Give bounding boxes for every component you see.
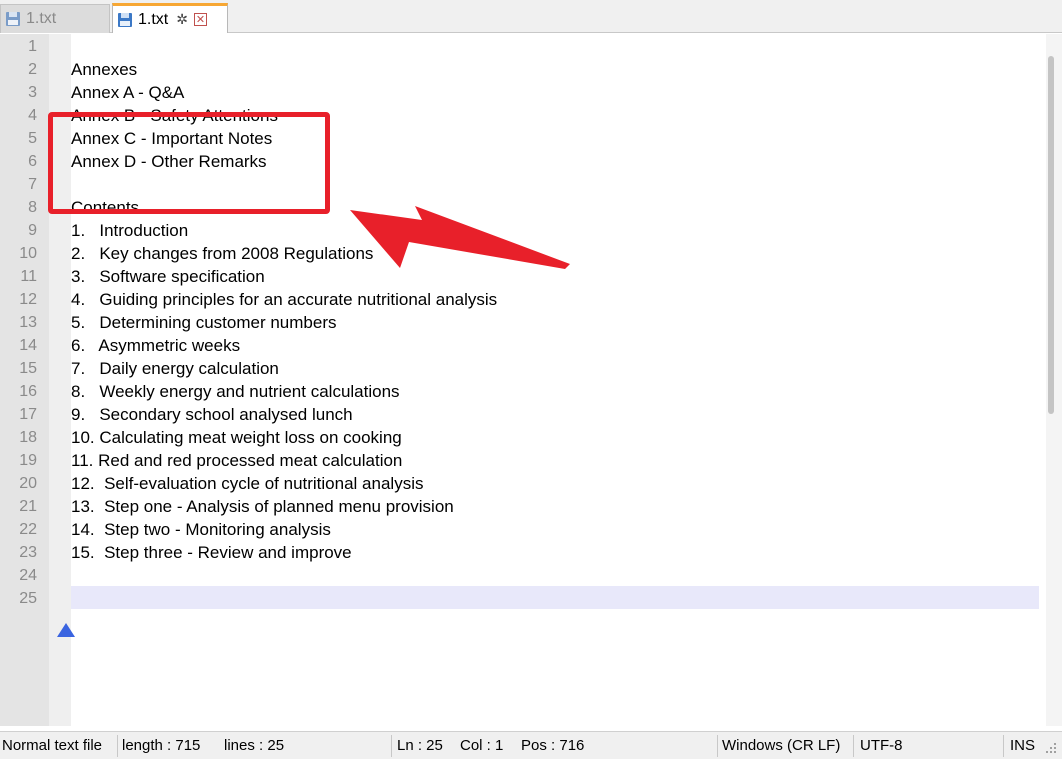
status-pos: Pos : 716 — [521, 737, 585, 754]
line-number: 17 — [19, 406, 37, 423]
line-number: 18 — [19, 429, 37, 446]
status-ln: Ln : 25 — [397, 737, 443, 754]
line-number: 20 — [19, 475, 37, 492]
line-text: 3. Software specification — [71, 267, 265, 286]
tab-1-txt-active[interactable]: 1.txt ✲ ✕ — [112, 3, 228, 33]
line-text: 14. Step two - Monitoring analysis — [71, 520, 331, 539]
red-arrow-annotation — [350, 206, 570, 269]
editor-line[interactable]: 24 — [0, 564, 1040, 587]
line-number: 6 — [28, 153, 37, 170]
line-text: 15. Step three - Review and improve — [71, 543, 352, 562]
line-number: 4 — [28, 107, 37, 124]
line-number: 23 — [19, 544, 37, 561]
line-text: 8. Weekly energy and nutrient calculatio… — [71, 382, 400, 401]
editor-line[interactable]: 18 10. Calculating meat weight loss on co… — [0, 426, 1040, 449]
editor-line[interactable]: 13 5. Determining customer numbers — [0, 311, 1040, 334]
line-number: 12 — [19, 291, 37, 308]
line-number: 3 — [28, 84, 37, 101]
line-number: 8 — [28, 199, 37, 216]
line-text: 6. Asymmetric weeks — [71, 336, 241, 355]
floppy-disk-icon — [118, 12, 132, 27]
line-number: 11 — [20, 268, 37, 285]
editor-line[interactable]: 21 13. Step one - Analysis of planned men… — [0, 495, 1040, 518]
line-number: 16 — [19, 383, 37, 400]
resize-grip-icon[interactable] — [1044, 741, 1058, 755]
status-file-type: Normal text file — [2, 737, 103, 754]
editor-line[interactable]: 1 — [0, 35, 1040, 58]
scrollbar-thumb[interactable] — [1048, 56, 1054, 414]
status-eol: Windows (CR LF) — [722, 737, 841, 754]
line-number: 22 — [19, 521, 37, 538]
tab-label: 1.txt — [26, 10, 57, 27]
line-number: 5 — [28, 130, 37, 147]
line-number: 15 — [19, 360, 37, 377]
line-text: 5. Determining customer numbers — [71, 313, 337, 332]
editor-line[interactable]: 25 — [0, 587, 1040, 610]
fold-triangle-icon[interactable] — [57, 623, 75, 637]
line-number: 14 — [19, 337, 37, 354]
line-number: 7 — [28, 176, 37, 193]
line-number: 24 — [19, 567, 37, 584]
floppy-disk-icon — [6, 12, 20, 26]
line-number: 19 — [19, 452, 37, 469]
line-number: 9 — [28, 222, 37, 239]
status-col: Col : 1 — [460, 737, 504, 754]
line-text: 7. Daily energy calculation — [71, 359, 279, 378]
line-number: 25 — [19, 590, 37, 607]
editor-line[interactable]: 23 15. Step three - Review and improve — [0, 541, 1040, 564]
line-text: Annex A - Q&A — [71, 83, 185, 102]
editor-line[interactable]: 22 14. Step two - Monitoring analysis — [0, 518, 1040, 541]
editor-line[interactable]: 15 7. Daily energy calculation — [0, 357, 1040, 380]
line-text: 1. Introduction — [71, 221, 189, 240]
line-text: 9. Secondary school analysed lunch — [71, 405, 353, 424]
editor-line[interactable]: 2 Annexes — [0, 58, 1040, 81]
pin-icon[interactable]: ✲ — [176, 11, 188, 28]
line-text: 2. Key changes from 2008 Regulations — [71, 244, 374, 263]
line-number: 1 — [28, 38, 37, 55]
editor-line[interactable]: 12 4. Guiding principles for an accurate … — [0, 288, 1040, 311]
close-icon[interactable]: ✕ — [193, 13, 207, 26]
status-length: length : 715 — [122, 737, 201, 754]
editor-line[interactable]: 3 Annex A - Q&A — [0, 81, 1040, 104]
status-insert-mode: INS — [1010, 737, 1036, 754]
status-lines: lines : 25 — [224, 737, 285, 754]
status-bar: Normal text file length : 715 lines : 25… — [0, 731, 1062, 759]
line-text: 4. Guiding principles for an accurate nu… — [71, 290, 498, 309]
line-text: 10. Calculating meat weight loss on cook… — [71, 428, 402, 447]
line-number: 10 — [19, 245, 37, 262]
line-text: 11. Red and red processed meat calculati… — [71, 451, 403, 470]
tab-1-txt-inactive[interactable]: 1.txt — [0, 4, 110, 33]
line-text: 13. Step one - Analysis of planned menu … — [71, 497, 454, 516]
line-text: Annexes — [71, 60, 138, 79]
editor-area[interactable]: 1 2 Annexes 3 Annex A - Q&A 4 Annex B - Safety… — [0, 34, 1062, 726]
line-number: 13 — [19, 314, 37, 331]
line-number: 21 — [19, 498, 37, 515]
status-encoding: UTF-8 — [860, 737, 903, 754]
line-number: 2 — [28, 61, 37, 78]
editor-line[interactable]: 14 6. Asymmetric weeks — [0, 334, 1040, 357]
editor-line[interactable]: 17 9. Secondary school analysed lunch — [0, 403, 1040, 426]
editor-line[interactable]: 20 12. Self-evaluation cycle of nutrition… — [0, 472, 1040, 495]
editor-line[interactable]: 16 8. Weekly energy and nutrient calculat… — [0, 380, 1040, 403]
highlight-box — [48, 112, 330, 214]
tab-bar: 1.txt 1.txt ✲ ✕ — [0, 0, 1062, 33]
tab-label: 1.txt — [138, 10, 169, 28]
editor-line[interactable]: 19 11. Red and red processed meat calcula… — [0, 449, 1040, 472]
line-text: 12. Self-evaluation cycle of nutritional… — [71, 474, 424, 493]
